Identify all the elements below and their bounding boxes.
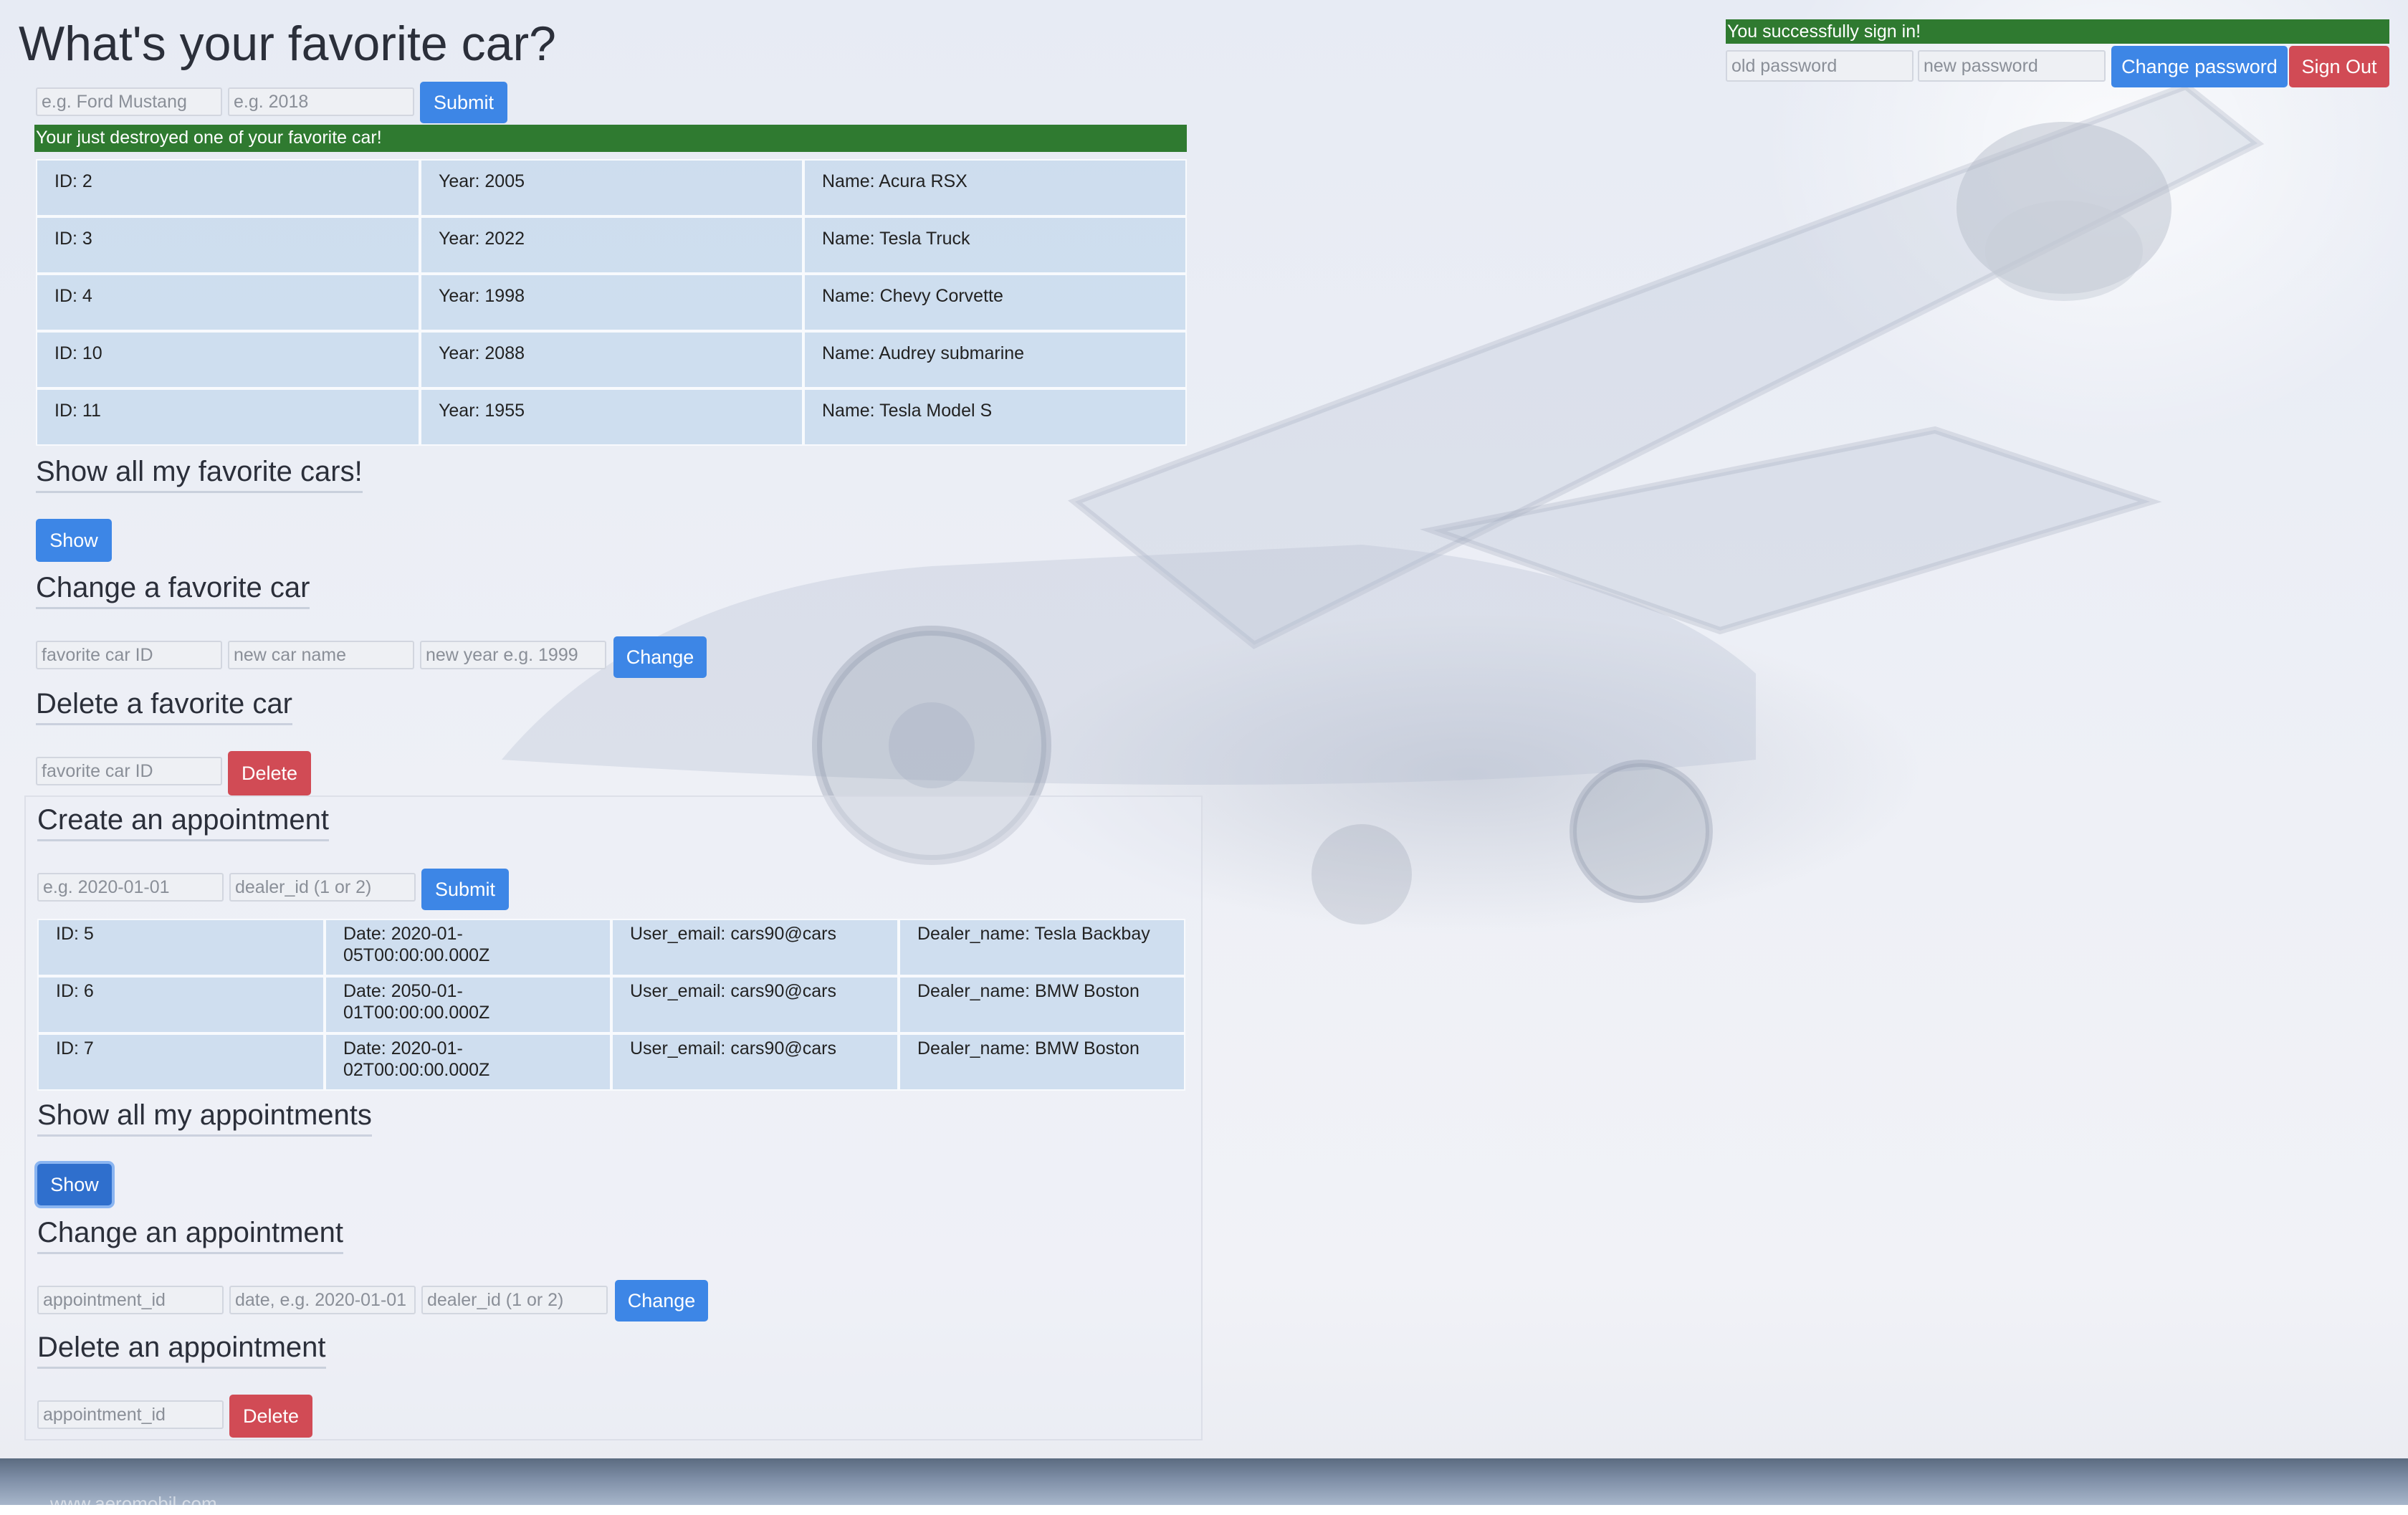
car-year-cell: Year: 2005 xyxy=(420,159,803,216)
appointment-dealer-cell: Dealer_name: Tesla Backbay xyxy=(899,919,1185,976)
car-name-cell: Name: Tesla Truck xyxy=(803,216,1187,274)
appointment-date-cell: Date: 2020-01- 05T00:00:00.000Z xyxy=(325,919,611,976)
appointment-date-input[interactable] xyxy=(37,873,224,902)
change-appointment-heading: Change an appointment xyxy=(37,1217,343,1254)
change-car-id-input[interactable] xyxy=(36,641,222,669)
change-car-heading: Change a favorite car xyxy=(36,572,310,609)
appointment-dealer-cell: Dealer_name: BMW Boston xyxy=(899,1033,1185,1091)
car-name-input[interactable] xyxy=(36,87,222,116)
change-appointment-dealer-input[interactable] xyxy=(421,1286,608,1314)
car-id-cell: ID: 4 xyxy=(36,274,420,331)
change-car-button[interactable]: Change xyxy=(613,636,707,678)
delete-car-heading: Delete a favorite car xyxy=(36,688,292,725)
page-title: What's your favorite car? xyxy=(19,16,556,71)
car-year-input[interactable] xyxy=(228,87,414,116)
delete-appointment-id-input[interactable] xyxy=(37,1400,224,1429)
change-appointment-button[interactable]: Change xyxy=(615,1280,708,1322)
appointment-email-cell: User_email: cars90@cars xyxy=(611,976,899,1033)
delete-appointment-heading: Delete an appointment xyxy=(37,1332,326,1369)
appointment-date-line: 05T00:00:00.000Z xyxy=(343,945,490,965)
appointment-date-line: Date: 2020-01- xyxy=(343,924,463,944)
car-name-cell: Name: Chevy Corvette xyxy=(803,274,1187,331)
change-car-name-input[interactable] xyxy=(228,641,414,669)
car-year-cell: Year: 1955 xyxy=(420,388,803,446)
show-cars-heading: Show all my favorite cars! xyxy=(36,456,363,493)
delete-car-id-input[interactable] xyxy=(36,757,222,785)
car-year-cell: Year: 1998 xyxy=(420,274,803,331)
sign-in-success-banner: You successfully sign in! xyxy=(1726,19,2389,44)
footer-strip: www.aeromobil.com xyxy=(0,1458,2408,1514)
appointment-date-line: Date: 2020-01- xyxy=(343,1038,463,1058)
car-year-cell: Year: 2088 xyxy=(420,331,803,388)
create-appointment-submit-button[interactable]: Submit xyxy=(421,869,509,910)
car-id-cell: ID: 11 xyxy=(36,388,420,446)
car-year-cell: Year: 2022 xyxy=(420,216,803,274)
appointment-dealer-input[interactable] xyxy=(229,873,416,902)
appointment-date-line: 02T00:00:00.000Z xyxy=(343,1060,490,1080)
car-name-cell: Name: Acura RSX xyxy=(803,159,1187,216)
car-id-cell: ID: 10 xyxy=(36,331,420,388)
show-appointments-button[interactable]: Show xyxy=(37,1164,112,1205)
favorite-cars-table: ID: 2 Year: 2005 Name: Acura RSX ID: 3 Y… xyxy=(36,159,1187,446)
appointment-id-cell: ID: 5 xyxy=(37,919,325,976)
show-appointments-heading: Show all my appointments xyxy=(37,1099,372,1137)
delete-car-button[interactable]: Delete xyxy=(228,751,311,795)
car-id-cell: ID: 3 xyxy=(36,216,420,274)
appointment-date-line: Date: 2050-01- xyxy=(343,981,463,1001)
car-destroyed-banner: Your just destroyed one of your favorite… xyxy=(34,125,1187,152)
delete-appointment-button[interactable]: Delete xyxy=(229,1395,312,1438)
change-car-year-input[interactable] xyxy=(420,641,606,669)
appointment-email-cell: User_email: cars90@cars xyxy=(611,1033,899,1091)
add-car-submit-button[interactable]: Submit xyxy=(420,82,507,123)
change-appointment-id-input[interactable] xyxy=(37,1286,224,1314)
show-cars-button[interactable]: Show xyxy=(36,519,112,562)
appointment-date-line: 01T00:00:00.000Z xyxy=(343,1003,490,1023)
car-name-cell: Name: Audrey submarine xyxy=(803,331,1187,388)
appointment-dealer-cell: Dealer_name: BMW Boston xyxy=(899,976,1185,1033)
car-id-cell: ID: 2 xyxy=(36,159,420,216)
old-password-input[interactable] xyxy=(1726,50,1914,82)
create-appointment-heading: Create an appointment xyxy=(37,804,329,841)
appointment-date-cell: Date: 2050-01- 01T00:00:00.000Z xyxy=(325,976,611,1033)
change-password-button[interactable]: Change password xyxy=(2111,46,2288,87)
appointment-email-cell: User_email: cars90@cars xyxy=(611,919,899,976)
car-name-cell: Name: Tesla Model S xyxy=(803,388,1187,446)
change-appointment-date-input[interactable] xyxy=(229,1286,416,1314)
appointment-id-cell: ID: 7 xyxy=(37,1033,325,1091)
appointment-date-cell: Date: 2020-01- 02T00:00:00.000Z xyxy=(325,1033,611,1091)
new-password-input[interactable] xyxy=(1918,50,2106,82)
sign-out-button[interactable]: Sign Out xyxy=(2289,46,2389,87)
appointments-table: ID: 5 Date: 2020-01- 05T00:00:00.000Z Us… xyxy=(37,919,1185,1091)
appointment-id-cell: ID: 6 xyxy=(37,976,325,1033)
footer-watermark: www.aeromobil.com xyxy=(50,1493,217,1514)
